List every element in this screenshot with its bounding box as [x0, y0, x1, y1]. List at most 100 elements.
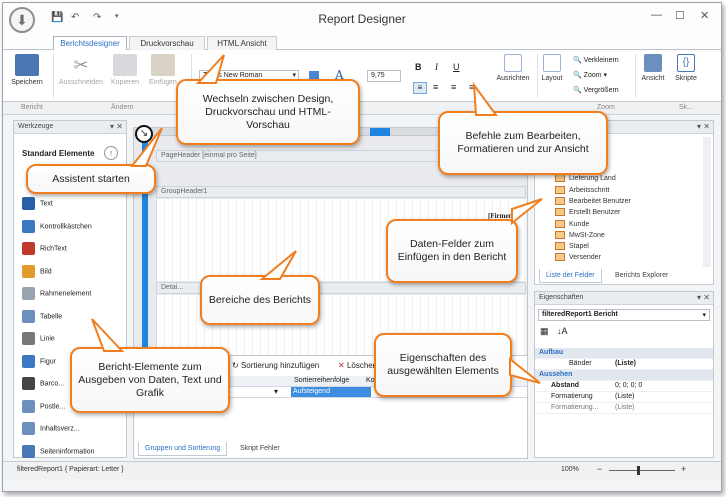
col-sort-order: Sortierreihenfolge — [294, 377, 350, 384]
paste-label: Einfügen — [149, 79, 177, 86]
minimize-icon[interactable]: — — [651, 9, 662, 21]
divider — [537, 54, 538, 98]
group-header-band[interactable]: GroupHeader1 — [156, 186, 526, 198]
group-label-zoom: Zoom — [597, 104, 615, 111]
tab-script-errors[interactable]: Skript Fehler — [234, 442, 286, 455]
toolbox-item[interactable]: Inhaltsverz... — [22, 422, 80, 435]
categorized-icon[interactable]: ▦ — [540, 326, 549, 337]
save-button[interactable]: Speichern — [9, 54, 45, 86]
property-format2[interactable]: Formatierung... (Liste) — [535, 403, 713, 414]
callout-pointer — [129, 127, 163, 167]
toolbox-item[interactable]: Tabelle — [22, 309, 62, 323]
align-left-icon[interactable]: ≡ — [413, 82, 427, 94]
field-list-item[interactable]: Bearbeitet Benutzer — [545, 196, 631, 205]
category-build[interactable]: Aufbau — [535, 348, 713, 359]
toolbox-item[interactable]: Seiteninformation — [22, 444, 94, 458]
align-center-icon[interactable]: ≡ — [433, 82, 438, 92]
field-list-item[interactable]: MwSt-Zone — [545, 230, 605, 239]
object-selector[interactable]: filteredReport1 Bericht ▾ — [538, 309, 710, 321]
toolbox-item[interactable]: Rahmenelement — [22, 287, 91, 300]
category-look[interactable]: Aussehen — [535, 370, 713, 381]
field-list-item[interactable]: Stapel — [545, 242, 589, 251]
tab-grouping-sorting[interactable]: Gruppen und Sortierung — [138, 442, 228, 456]
zoom-value: 100% — [561, 466, 579, 473]
delete-button[interactable]: ✕ Löschen — [338, 361, 377, 370]
font-size-select[interactable]: 9,75 — [367, 70, 401, 82]
tab-report-explorer[interactable]: Berichts Explorer — [609, 269, 674, 282]
layout-button[interactable]: Layout — [539, 54, 565, 82]
toolbox-item-label: Linie — [40, 335, 55, 343]
property-padding[interactable]: Abstand 0; 0; 0; 0 — [535, 381, 713, 392]
callout-pointer — [472, 81, 498, 116]
paste-button[interactable]: Einfügen — [145, 54, 181, 86]
row-dropdown-icon[interactable]: ▾ — [274, 387, 278, 396]
copy-button[interactable]: Kopieren — [109, 54, 141, 86]
toolbox-item[interactable]: Kontrollkästchen — [22, 219, 92, 233]
toolbox-item-icon — [22, 197, 35, 210]
field-icon — [555, 230, 565, 239]
align-right-icon[interactable]: ≡ — [451, 82, 456, 92]
toolbox-item[interactable]: Postle... — [22, 399, 65, 413]
properties-pin-close-icons[interactable]: ▾ ✕ — [697, 293, 710, 302]
tab-print-preview[interactable]: Druckvorschau — [129, 36, 205, 51]
callout-properties: Eigenschaften des ausgewählten Elements — [374, 333, 541, 397]
callout-wizard-text: Assistent starten — [52, 172, 130, 185]
field-list-item[interactable]: Lieferung Land — [545, 174, 616, 183]
divider — [53, 54, 54, 98]
zoom-minus-icon[interactable]: − — [597, 464, 602, 474]
callout-view-switch-text: Wechseln zwischen Design, Druckvorschau … — [202, 92, 334, 131]
underline-button[interactable]: U — [453, 62, 460, 72]
group-label-edit: Ändern — [111, 104, 134, 111]
status-left: filteredReport1 { Papierart: Letter } — [17, 466, 124, 473]
zoom-button[interactable]: 🔍 Zoom ▾ — [573, 71, 607, 79]
sort-order-cell[interactable]: Aufsteigend — [291, 387, 371, 397]
maximize-icon[interactable]: ☐ — [675, 9, 685, 22]
add-sort-button[interactable]: ↻ Sortierung hinzufügen — [232, 361, 319, 370]
italic-button[interactable]: I — [435, 62, 438, 72]
view-button[interactable]: Ansicht — [639, 54, 667, 82]
zoom-in-button[interactable]: 🔍 Vergrößern — [573, 86, 619, 94]
field-list-pin-close-icons[interactable]: ▾ ✕ — [697, 122, 710, 131]
zoom-slider-thumb[interactable] — [637, 466, 640, 475]
field-label: Kunde — [569, 220, 590, 228]
tab-html-view[interactable]: HTML Ansicht — [207, 36, 277, 51]
toolbox-item-label: Figur — [40, 357, 56, 365]
toolbox-item-label: RichText — [40, 245, 67, 253]
field-list-item[interactable]: Versender — [545, 253, 601, 262]
properties-header: Eigenschaften ▾ ✕ — [535, 292, 713, 305]
ribbon-tabs: Berichtsdesigner Druckvorschau HTML Ansi… — [3, 33, 721, 52]
sort-alpha-icon[interactable]: ↓A — [557, 326, 568, 336]
toolbox-item[interactable]: RichText — [22, 242, 67, 255]
toolbox-item-label: Rahmenelement — [40, 290, 92, 298]
copy-icon — [113, 54, 137, 76]
field-label: Lieferung Land — [569, 175, 616, 183]
cut-button[interactable]: ✂ Ausschneiden — [59, 54, 103, 86]
field-label: MwSt-Zone — [569, 231, 605, 239]
toolbox-item[interactable]: Barco... — [22, 377, 64, 390]
detail-label: Detai... — [161, 284, 184, 291]
toolbox-item[interactable]: Bild — [22, 264, 52, 278]
tab-field-list[interactable]: Liste der Felder — [539, 269, 602, 283]
property-bands[interactable]: Bänder (Liste) — [535, 359, 713, 370]
field-list-item[interactable]: Erstellt Benutzer — [545, 208, 620, 217]
property-format[interactable]: Formatierung (Liste) — [535, 392, 713, 403]
toolbox-pin-close-icons[interactable]: ▾ ✕ — [110, 122, 123, 131]
save-icon — [15, 54, 39, 76]
toolbox-item[interactable]: Figur — [22, 354, 56, 368]
page-header-label: PageHeader [einmal pro Seite] — [161, 152, 257, 159]
field-list-item[interactable]: Arbeitsschritt — [545, 185, 609, 194]
field-list-scrollbar[interactable] — [703, 137, 711, 267]
align-button[interactable]: Ausrichten — [493, 54, 533, 82]
bold-button[interactable]: B — [415, 62, 422, 72]
callout-wizard: Assistent starten — [26, 127, 163, 194]
zoom-out-button[interactable]: 🔍 Verkleinern — [573, 56, 619, 64]
zoom-plus-icon[interactable]: + — [681, 464, 686, 474]
field-list-item[interactable]: Kunde — [545, 219, 590, 228]
toolbox-item[interactable]: Text — [22, 197, 53, 210]
format2-value: (Liste) — [615, 404, 635, 411]
toolbox-item[interactable]: Linie — [22, 332, 55, 345]
scripts-button[interactable]: {} Skripte — [671, 54, 701, 82]
close-icon[interactable]: ✕ — [700, 9, 709, 22]
zoom-slider[interactable] — [609, 470, 675, 471]
collapse-section-icon[interactable]: ↑ — [104, 146, 118, 160]
